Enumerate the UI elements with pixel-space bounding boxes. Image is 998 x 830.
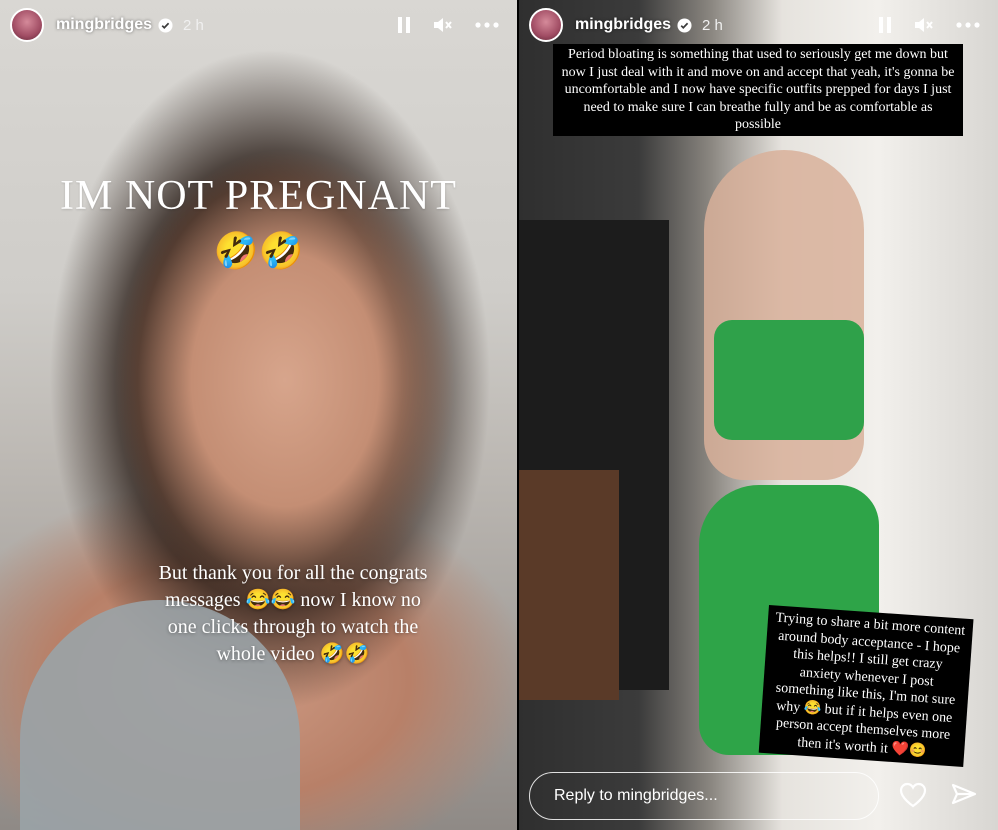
reply-bar[interactable] — [529, 772, 879, 820]
pause-icon[interactable] — [397, 16, 411, 34]
send-icon[interactable] — [951, 782, 977, 813]
pause-icon[interactable] — [878, 16, 892, 34]
story-caption-top: Period bloating is something that used t… — [553, 44, 963, 136]
post-time: 2 h — [183, 16, 204, 34]
username[interactable]: mingbridges — [575, 16, 671, 34]
verified-badge-icon — [677, 17, 692, 33]
heart-icon[interactable] — [899, 782, 927, 813]
more-icon[interactable] — [475, 22, 499, 28]
photo-top — [714, 320, 864, 440]
username[interactable]: mingbridges — [56, 16, 152, 34]
story-actions — [899, 782, 977, 813]
mute-icon[interactable] — [433, 16, 453, 34]
story-caption: But thank you for all the congrats messa… — [158, 562, 428, 665]
story-controls — [878, 16, 980, 34]
story-left: mingbridges 2 h IM NOT PREGNANT 🤣🤣 But t… — [0, 0, 517, 830]
story-controls — [397, 16, 499, 34]
story-headline: IM NOT PREGNANT — [60, 173, 457, 219]
mute-icon[interactable] — [914, 16, 934, 34]
story-header: mingbridges 2 h — [529, 8, 988, 42]
verified-badge-icon — [158, 17, 173, 33]
avatar[interactable] — [10, 8, 44, 42]
story-caption-bottom: Trying to share a bit more content aroun… — [758, 605, 974, 767]
avatar[interactable] — [529, 8, 563, 42]
more-icon[interactable] — [956, 22, 980, 28]
post-time: 2 h — [702, 16, 723, 34]
reply-input[interactable] — [552, 786, 856, 806]
story-header: mingbridges 2 h — [10, 8, 507, 42]
headline-emoji: 🤣🤣 — [213, 230, 304, 271]
story-right: mingbridges 2 h Period bloating is somet… — [519, 0, 998, 830]
